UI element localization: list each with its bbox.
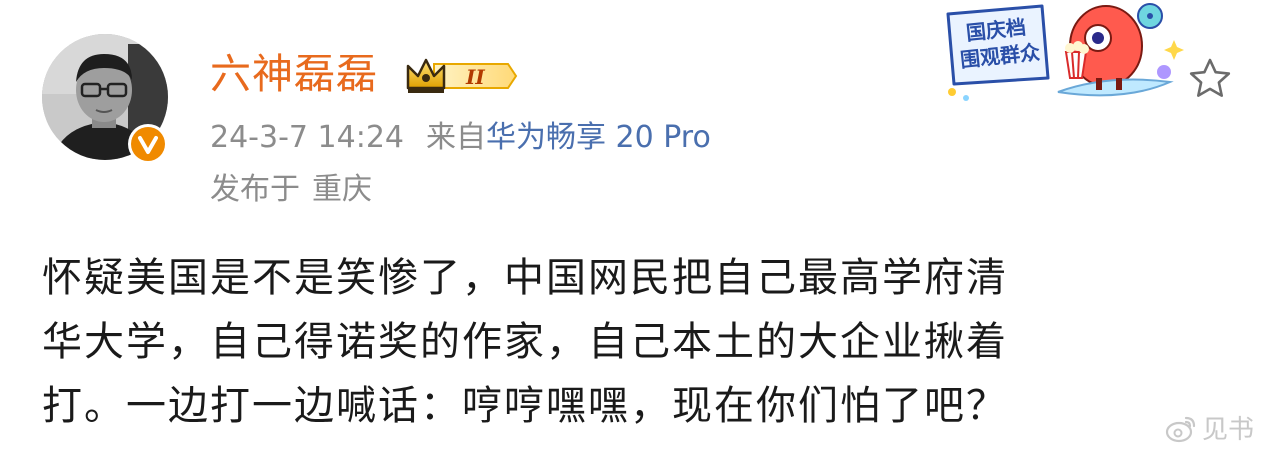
source-prefix: 来自 [426,120,486,155]
source-device-link[interactable]: 华为畅享 20 Pro [486,120,711,155]
location-prefix: 发布于 [210,172,300,207]
level-badge-text: II [465,65,485,89]
post-text-line: 华大学，自己得诺奖的作家，自己本土的大企业揪着 [42,319,1008,365]
favorite-button[interactable] [1188,56,1232,100]
watermark: 见书 [1150,404,1278,455]
level-badge[interactable]: II [404,54,520,98]
verified-v-icon [131,127,165,161]
post-meta: 24-3-7 14:24 来自华为畅享 20 Pro [210,116,711,160]
promo-sticker[interactable]: 国庆档 围观群众 [938,0,1188,105]
star-outline-icon [1189,58,1231,97]
post-text: 怀疑美国是不是笑惨了，中国网民把自己最高学府清 华大学，自己得诺奖的作家，自己本… [42,246,1242,438]
watermark-text: 见书 [1202,415,1255,445]
post-text-line: 打。一边打一边喊话：哼哼嘿嘿，现在你们怕了吧？ [42,383,1008,429]
crown-level-icon: II [406,58,518,93]
post-location: 发布于 重庆 [210,168,372,212]
weibo-icon [1165,416,1196,443]
username[interactable]: 六神磊磊 [210,48,378,100]
post-text-line: 怀疑美国是不是笑惨了，中国网民把自己最高学府清 [42,255,1008,301]
verified-badge [128,124,168,164]
location-name: 重庆 [312,172,372,207]
weibo-post-card: 六神磊磊 II 24-3-7 14:24 来自华为畅享 20 Pro 发布于 重… [0,0,1278,455]
post-timestamp[interactable]: 24-3-7 14:24 [210,120,404,155]
